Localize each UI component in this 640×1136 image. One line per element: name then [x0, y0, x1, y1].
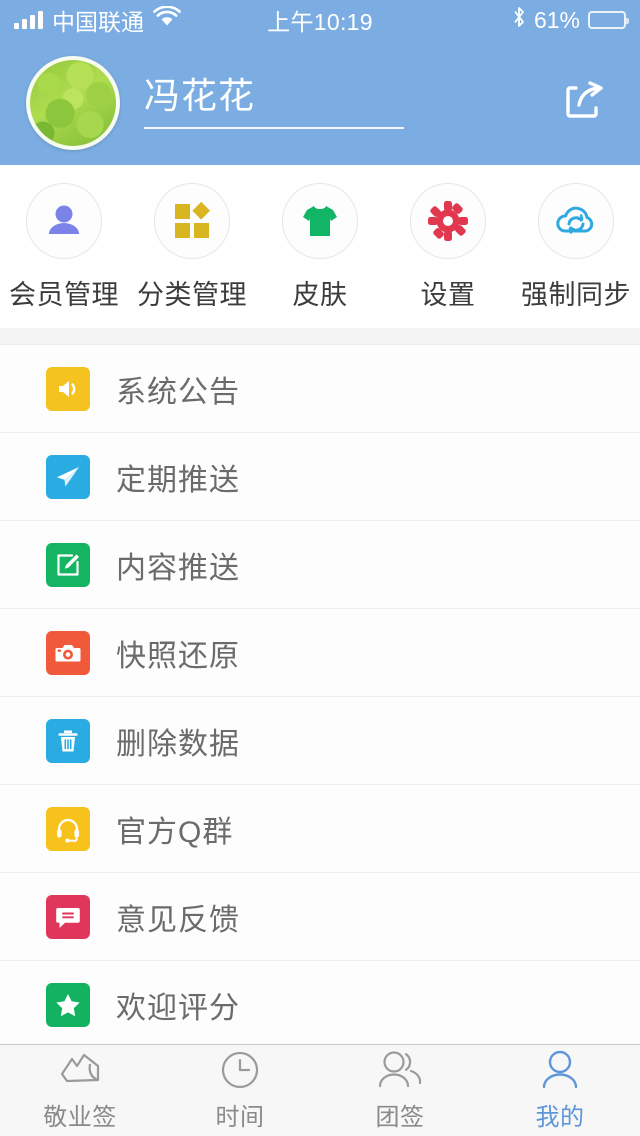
quick-action-member[interactable]: 会员管理 [0, 183, 128, 312]
tab-label: 敬业签 [43, 1104, 117, 1131]
status-bar: 中国联通 上午10:19 61% [0, 0, 640, 40]
share-button[interactable] [556, 75, 612, 131]
cloud-sync-icon [538, 183, 614, 259]
menu-list: 系统公告 定期推送 内容推送 快照还原 删除数据 官方Q群 意见反馈 欢迎评分 [0, 345, 640, 1044]
quick-action-label: 皮肤 [292, 280, 348, 310]
tab-label: 我的 [535, 1104, 585, 1131]
profile-header: 冯花花 [0, 40, 640, 165]
chat-icon [46, 894, 90, 939]
menu-item-label: 欢迎评分 [116, 991, 240, 1025]
headset-icon [46, 806, 90, 851]
note-icon [57, 1049, 103, 1091]
menu-item-label: 删除数据 [116, 727, 240, 761]
menu-item-rate-us[interactable]: 欢迎评分 [0, 961, 640, 1044]
tab-label: 团签 [375, 1104, 425, 1131]
app-root: 中国联通 上午10:19 61% 冯花花 会员管理 分类管理 皮肤 设置 强制同… [0, 0, 640, 1136]
menu-item-label: 意见反馈 [116, 903, 240, 937]
speaker-icon [46, 366, 90, 411]
quick-action-skin[interactable]: 皮肤 [256, 183, 384, 312]
paper-plane-icon [46, 454, 90, 499]
clock-icon [219, 1049, 261, 1091]
avatar[interactable] [26, 55, 120, 150]
menu-item-official-qq-group[interactable]: 官方Q群 [0, 785, 640, 873]
quick-action-sync[interactable]: 强制同步 [512, 183, 640, 312]
person-icon [26, 183, 102, 259]
quick-action-label: 会员管理 [9, 280, 119, 310]
username-field[interactable]: 冯花花 [144, 76, 556, 130]
menu-item-label: 内容推送 [116, 551, 240, 585]
menu-item-label: 系统公告 [116, 375, 240, 409]
quick-actions-row: 会员管理 分类管理 皮肤 设置 强制同步 [0, 165, 640, 328]
menu-item-system-notice[interactable]: 系统公告 [0, 345, 640, 433]
tab-label: 时间 [215, 1104, 265, 1131]
menu-item-label: 定期推送 [116, 463, 240, 497]
menu-item-feedback[interactable]: 意见反馈 [0, 873, 640, 961]
tab-profile[interactable]: 我的 [480, 1045, 640, 1136]
tshirt-icon [282, 183, 358, 259]
username-underline [144, 127, 404, 130]
menu-item-delete-data[interactable]: 删除数据 [0, 697, 640, 785]
bluetooth-icon [512, 6, 526, 34]
quick-action-label: 强制同步 [521, 280, 631, 310]
tab-jingyeqian[interactable]: 敬业签 [0, 1045, 160, 1136]
menu-item-content-push[interactable]: 内容推送 [0, 521, 640, 609]
menu-item-label: 官方Q群 [116, 815, 234, 849]
menu-item-label: 快照还原 [116, 639, 240, 673]
wifi-icon [153, 5, 181, 34]
quick-action-label: 分类管理 [137, 280, 247, 310]
battery-percent-label: 61% [533, 6, 580, 33]
status-bar-right: 61% [512, 6, 629, 34]
battery-icon [588, 11, 629, 29]
bottom-tab-bar: 敬业签 时间 团签 我的 [0, 1044, 640, 1136]
star-icon [46, 982, 90, 1027]
profile-icon [538, 1049, 582, 1091]
quick-action-settings[interactable]: 设置 [384, 183, 512, 312]
menu-item-scheduled-push[interactable]: 定期推送 [0, 433, 640, 521]
menu-item-snapshot-restore[interactable]: 快照还原 [0, 609, 640, 697]
camera-icon [46, 630, 90, 675]
carrier-label: 中国联通 [52, 9, 144, 35]
section-divider [0, 328, 640, 345]
signal-bars-icon [14, 11, 43, 29]
trash-icon [46, 718, 90, 763]
grid-icon [154, 183, 230, 259]
tab-group[interactable]: 团签 [320, 1045, 480, 1136]
quick-action-label: 设置 [420, 280, 476, 310]
edit-icon [46, 542, 90, 587]
quick-action-category[interactable]: 分类管理 [128, 183, 256, 312]
tab-time[interactable]: 时间 [160, 1045, 320, 1136]
status-bar-left: 中国联通 [14, 3, 181, 37]
group-icon [375, 1049, 425, 1091]
gear-icon [410, 183, 486, 259]
share-icon [559, 75, 609, 130]
username-label: 冯花花 [144, 74, 256, 116]
